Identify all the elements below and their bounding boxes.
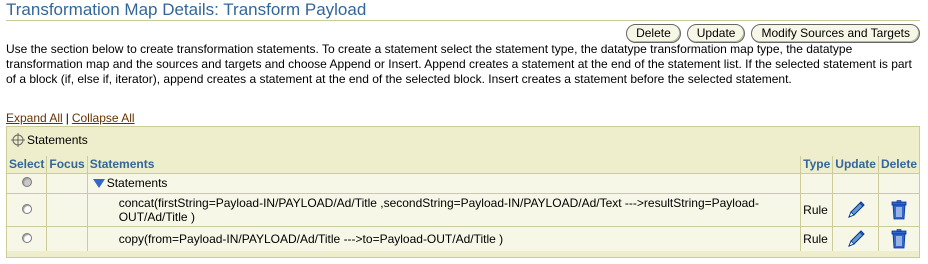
pencil-icon[interactable] xyxy=(845,199,867,221)
focus-cell xyxy=(46,225,88,251)
column-header-delete: Delete xyxy=(877,156,919,173)
tree-header: Statements xyxy=(11,133,88,147)
type-cell xyxy=(800,172,833,193)
statement-cell: copy(from=Payload-IN/PAYLOAD/Ad/Title --… xyxy=(86,225,801,251)
page-title: Transformation Map Details: Transform Pa… xyxy=(6,0,367,19)
delete-cell xyxy=(877,225,919,251)
type-cell: Rule xyxy=(800,225,833,251)
delete-cell xyxy=(877,172,919,193)
statement-text: concat(firstString=Payload-IN/PAYLOAD/Ad… xyxy=(118,195,759,224)
select-cell xyxy=(7,225,47,251)
column-header-statements: Statements xyxy=(86,156,801,173)
trash-icon[interactable] xyxy=(890,228,908,249)
select-cell xyxy=(7,192,47,226)
select-cell xyxy=(7,172,47,193)
expand-all-link[interactable]: Expand All xyxy=(6,111,63,125)
statement-cell: concat(firstString=Payload-IN/PAYLOAD/Ad… xyxy=(86,192,801,226)
delete-cell xyxy=(877,192,919,226)
delete-button[interactable]: Delete xyxy=(626,24,681,43)
select-radio-root xyxy=(21,177,32,187)
update-button[interactable]: Update xyxy=(686,24,746,43)
focus-cell xyxy=(46,172,88,193)
focus-cell xyxy=(46,192,88,226)
column-header-type: Type xyxy=(800,156,833,173)
table-header-row: Select Focus Statements Type Update Dele… xyxy=(7,156,919,173)
table-row-root: Statements xyxy=(7,172,919,193)
root-statement-label: Statements xyxy=(106,176,168,190)
type-cell: Rule xyxy=(800,192,833,226)
expand-collapse-links: Expand All | Collapse All xyxy=(6,111,135,125)
statements-tree-panel: Statements Select Focus Statements Type … xyxy=(6,126,920,258)
collapse-all-link[interactable]: Collapse All xyxy=(72,111,135,125)
table-row: concat(firstString=Payload-IN/PAYLOAD/Ad… xyxy=(7,192,919,226)
select-radio[interactable] xyxy=(21,232,32,243)
trash-icon[interactable] xyxy=(890,199,908,220)
update-cell xyxy=(832,172,879,193)
column-header-select: Select xyxy=(7,156,47,173)
update-cell xyxy=(832,225,879,251)
action-button-bar: Delete Update Modify Sources and Targets xyxy=(626,24,920,43)
column-header-update: Update xyxy=(832,156,879,173)
statements-table: Select Focus Statements Type Update Dele… xyxy=(7,156,919,251)
crosshair-icon[interactable] xyxy=(11,133,25,147)
table-row: copy(from=Payload-IN/PAYLOAD/Ad/Title --… xyxy=(7,225,919,251)
column-header-focus: Focus xyxy=(46,156,88,173)
instructions-text: Use the section below to create transfor… xyxy=(6,42,912,86)
expand-triangle-icon[interactable] xyxy=(92,179,105,189)
update-cell xyxy=(832,192,879,226)
statement-text: copy(from=Payload-IN/PAYLOAD/Ad/Title --… xyxy=(118,231,504,246)
statement-cell: Statements xyxy=(86,172,801,193)
pencil-icon[interactable] xyxy=(845,228,867,250)
link-separator: | xyxy=(65,111,69,125)
select-radio[interactable] xyxy=(21,203,32,214)
modify-sources-targets-button[interactable]: Modify Sources and Targets xyxy=(751,24,920,43)
title-divider xyxy=(6,20,920,21)
tree-header-label: Statements xyxy=(27,133,88,147)
